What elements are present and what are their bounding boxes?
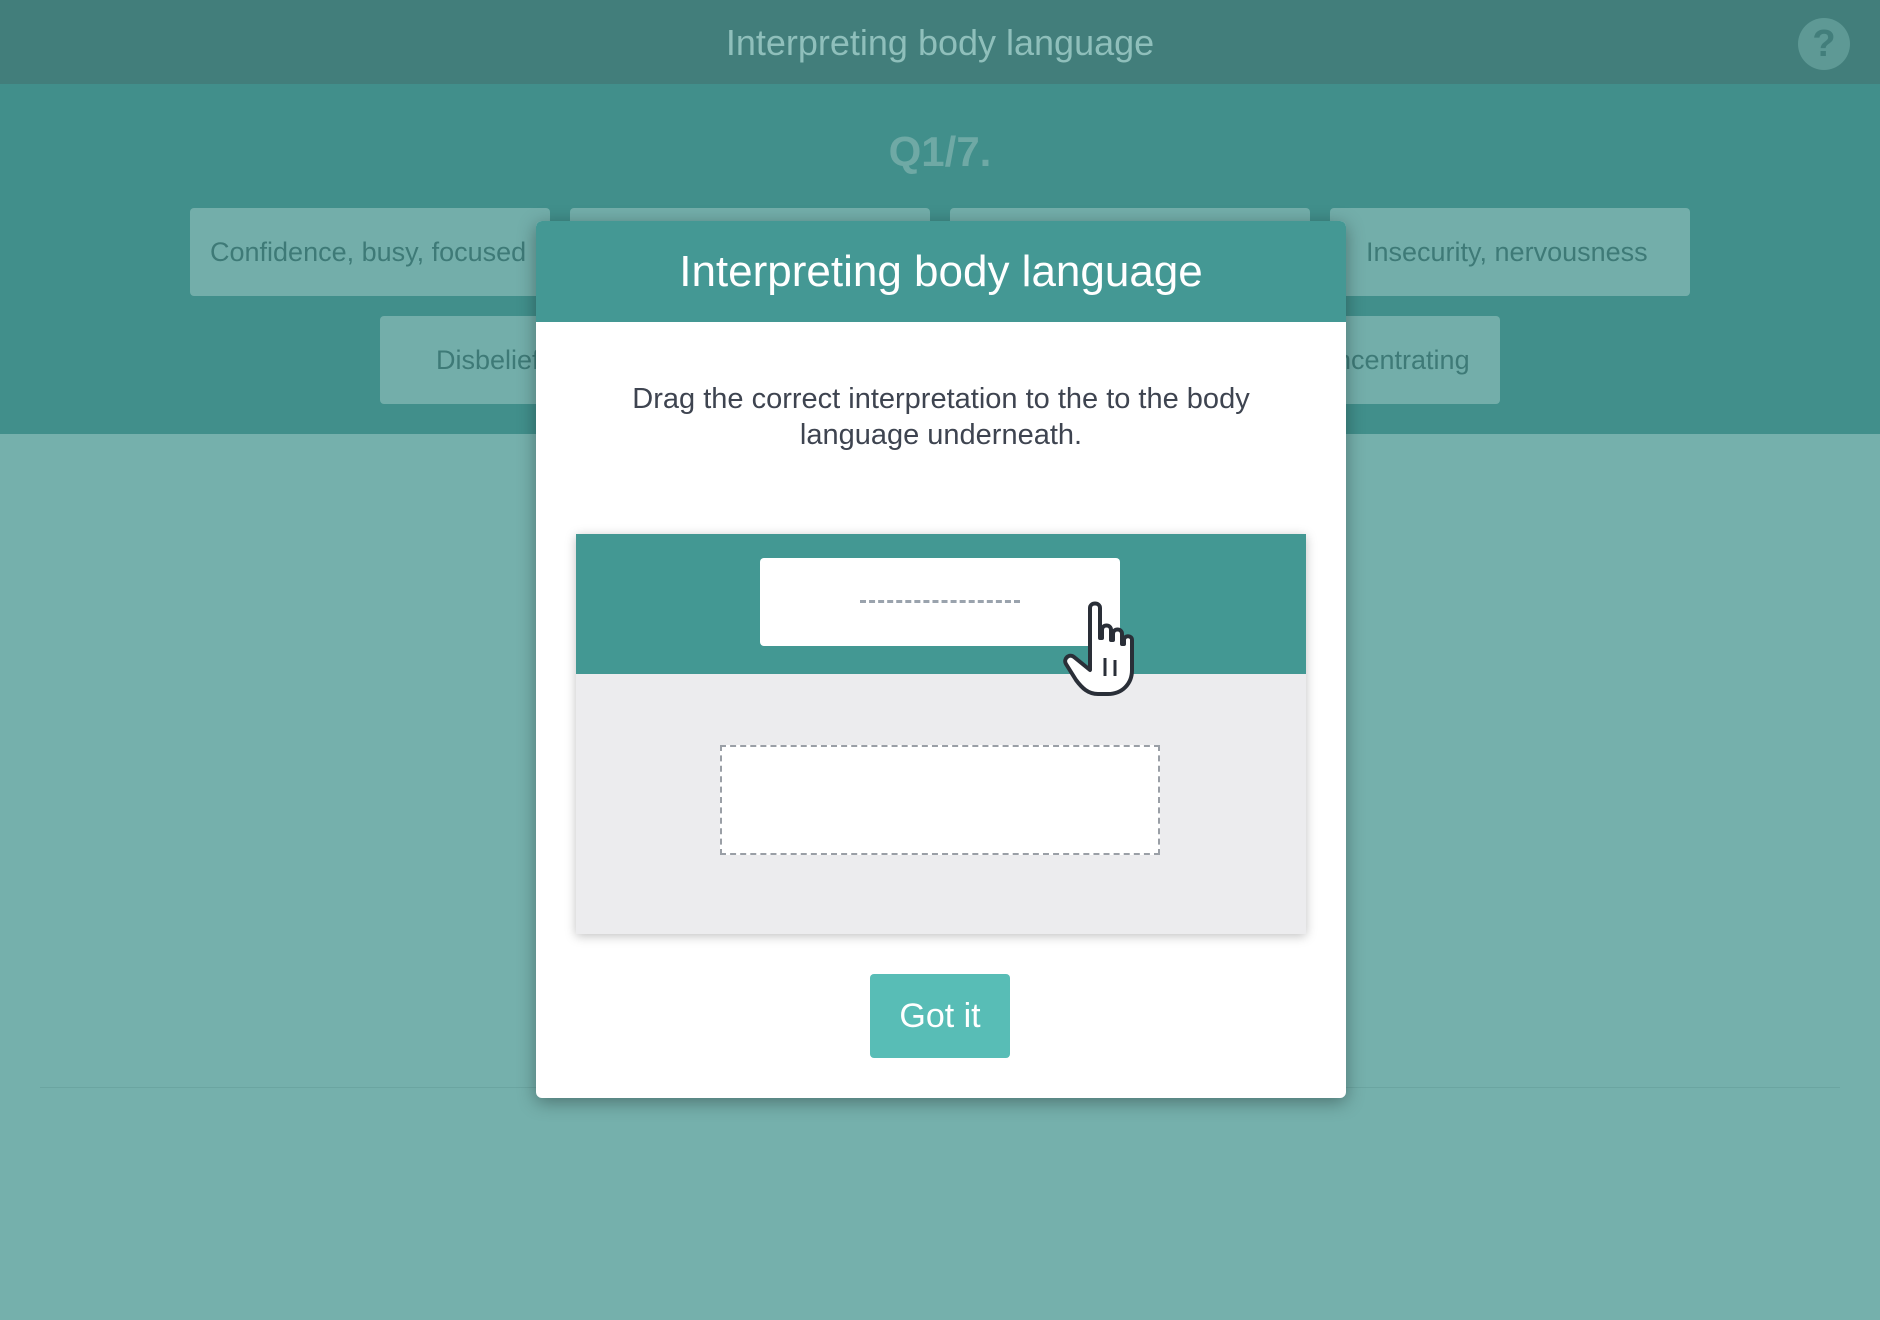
modal-title: Interpreting body language — [536, 221, 1346, 322]
question-counter: Q1/7. — [888, 128, 992, 175]
page-title: Interpreting body language — [725, 22, 1155, 63]
option-chip[interactable]: Confidence, busy, focused — [190, 208, 550, 296]
option-chip[interactable]: Insecurity, nervousness — [1330, 208, 1690, 296]
option-label: Insecurity, nervousness — [1366, 237, 1648, 267]
illustration-placeholder-line — [860, 600, 1020, 603]
option-label: ncentrating — [1336, 345, 1470, 375]
illustration-drop-zone — [720, 745, 1160, 855]
option-label: Confidence, busy, focused — [210, 237, 527, 267]
got-it-button[interactable]: Got it — [870, 974, 1010, 1058]
modal-instruction: Drag the correct interpretation to the t… — [632, 383, 1250, 451]
top-bar: Interpreting body language ? — [0, 0, 1880, 84]
drag-illustration — [576, 534, 1306, 934]
instructions-modal: Interpreting body language Drag the corr… — [536, 221, 1346, 1098]
pointing-hand-cursor-icon — [1063, 601, 1134, 696]
option-label: Disbelief — [436, 345, 540, 375]
help-icon[interactable]: ? — [1798, 18, 1850, 70]
